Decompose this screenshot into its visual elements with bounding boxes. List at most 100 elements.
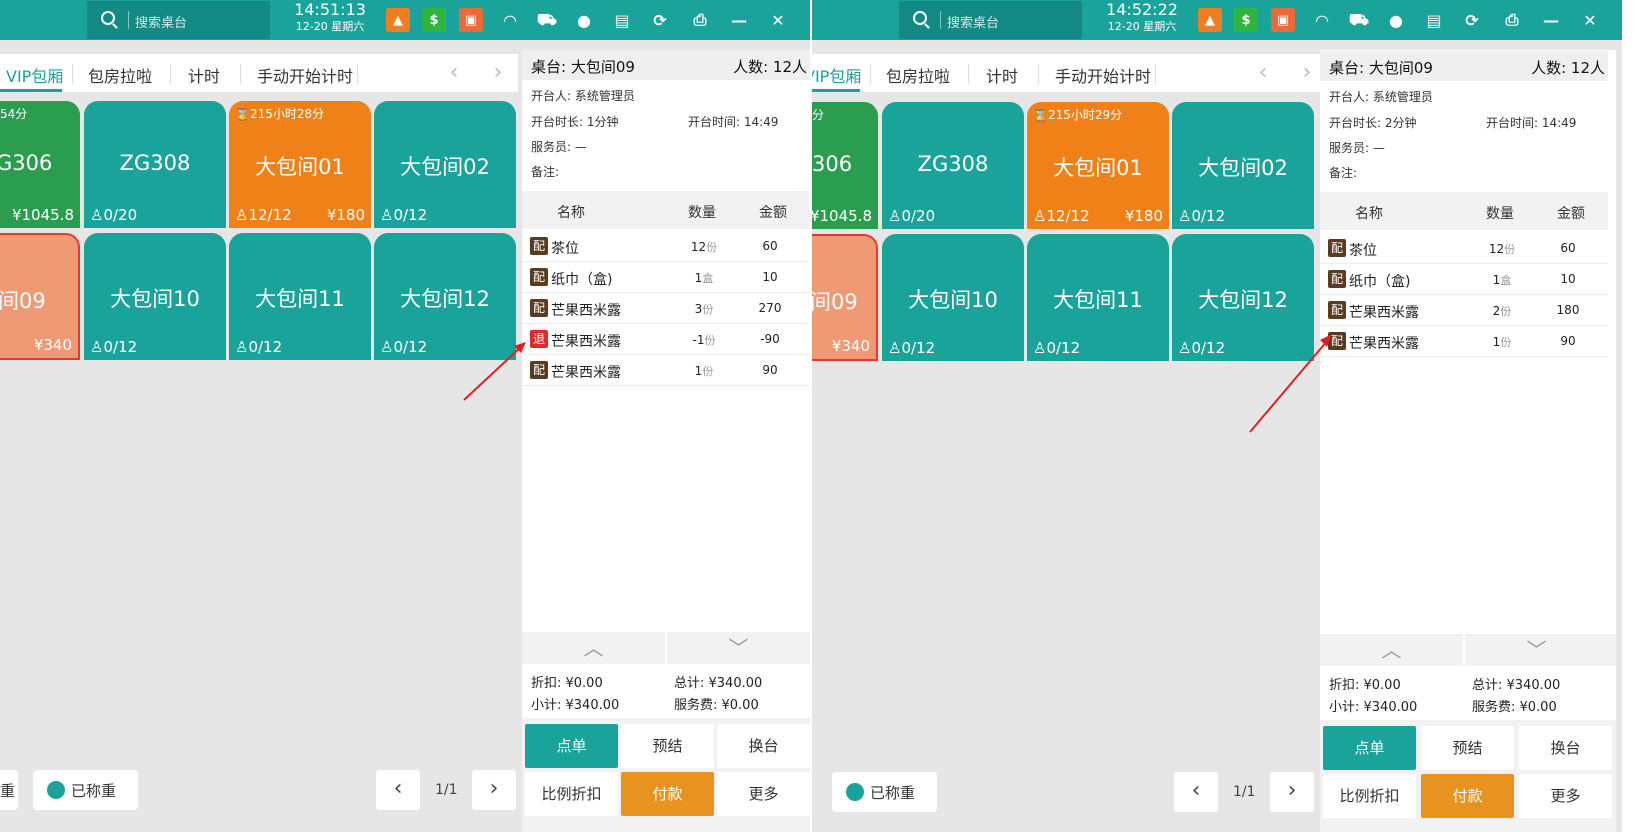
order-row[interactable]: 配 茶位 12份 60 bbox=[522, 231, 810, 262]
order-button[interactable]: 点单 bbox=[1323, 726, 1416, 770]
ratio-discount-button[interactable]: 比例折扣 bbox=[1323, 774, 1416, 818]
table-tile[interactable]: ⌛215小时28分 大包间01 ♙12/12 ¥180 bbox=[229, 101, 371, 228]
tab-timing[interactable]: 计时 bbox=[188, 63, 220, 87]
page-prev-button[interactable]: ‹ bbox=[1174, 772, 1218, 812]
tile-people-count: 0/12 bbox=[393, 206, 428, 224]
tile-timer: ⌛215小时29分 bbox=[1033, 106, 1122, 123]
delivery-icon[interactable]: ⛟ bbox=[1347, 8, 1371, 32]
table-tile[interactable]: 大包间12 ♙0/12 bbox=[374, 233, 516, 360]
refresh-icon[interactable]: ⟳ bbox=[1460, 8, 1484, 32]
money-bag-icon[interactable]: $ bbox=[1234, 8, 1258, 32]
page-next-button[interactable]: › bbox=[1270, 772, 1314, 812]
close-icon[interactable]: ✕ bbox=[766, 8, 790, 32]
table-tile[interactable]: 大包间11 ♙0/12 bbox=[229, 233, 371, 360]
order-row[interactable]: 配 芒果西米露 1份 90 bbox=[1320, 326, 1608, 357]
tab-room[interactable]: 包房拉啦 bbox=[88, 63, 152, 87]
table-tile-selected[interactable]: 间09 ¥340 bbox=[0, 233, 80, 360]
change-table-button[interactable]: 换台 bbox=[1519, 726, 1612, 770]
search-box[interactable]: 搜索桌台 bbox=[899, 1, 1082, 39]
page-next-button[interactable]: › bbox=[472, 770, 516, 810]
pay-button[interactable]: 付款 bbox=[621, 772, 714, 816]
tab-vip[interactable]: VIP包厢 bbox=[812, 63, 861, 87]
order-row[interactable]: 配 纸巾（盒) 1盒 10 bbox=[1320, 264, 1608, 295]
search-icon bbox=[913, 11, 927, 25]
table-tile-selected[interactable]: 间09 ¥340 bbox=[812, 234, 878, 361]
order-row[interactable]: 配 纸巾（盒) 1盒 10 bbox=[522, 262, 810, 293]
scroll-down-icon[interactable]: ﹀ bbox=[667, 632, 810, 664]
printer-icon[interactable]: ⎙ bbox=[1500, 8, 1524, 32]
printer-icon[interactable]: ⎙ bbox=[688, 8, 712, 32]
minimize-icon[interactable]: — bbox=[1539, 8, 1563, 32]
chat-icon[interactable]: ● bbox=[572, 8, 596, 32]
table-tile[interactable]: 大包间02 ♙0/12 bbox=[1172, 102, 1314, 229]
tabs-prev-icon[interactable]: ‹ bbox=[1252, 60, 1274, 86]
tile-name: 大包间11 bbox=[255, 287, 345, 311]
delivery-icon[interactable]: ⛟ bbox=[535, 8, 559, 32]
more-button[interactable]: 更多 bbox=[717, 772, 810, 816]
screenshot-right: 搜索桌台 14:52:22 12-20 星期六 ▲ $ ▣ ◠ ⛟ ● ▤ ⟳ … bbox=[812, 0, 1622, 832]
item-amount: 90 bbox=[1560, 334, 1576, 348]
category-tabs: VIP包厢 包房拉啦 计时 手动开始计时 ‹ › bbox=[812, 54, 1330, 92]
order-row[interactable]: 配 芒果西米露 1份 90 bbox=[522, 355, 810, 386]
tile-name: ZG308 bbox=[917, 152, 989, 176]
tab-divider bbox=[240, 64, 241, 84]
tile-name: 间09 bbox=[0, 289, 46, 313]
table-tile[interactable]: 大包间12 ♙0/12 bbox=[1172, 234, 1314, 361]
table-tile[interactable]: 大包间10 ♙0/12 bbox=[882, 234, 1024, 361]
order-row[interactable]: 配 茶位 12份 60 bbox=[1320, 233, 1608, 264]
page-prev-button[interactable]: ‹ bbox=[376, 770, 420, 810]
wifi-icon[interactable]: ◠ bbox=[1310, 8, 1334, 32]
minimize-icon[interactable]: — bbox=[727, 8, 751, 32]
tab-timing[interactable]: 计时 bbox=[986, 63, 1018, 87]
scroll-up-icon[interactable]: ︿ bbox=[522, 632, 665, 664]
order-row[interactable]: 配 芒果西米露 2份 180 bbox=[1320, 295, 1608, 326]
table-tile[interactable]: 54分 G306 ¥1045.8 bbox=[0, 101, 80, 228]
tab-manual-timing[interactable]: 手动开始计时 bbox=[257, 63, 353, 87]
order-row[interactable]: 配 芒果西米露 3份 270 bbox=[522, 293, 810, 324]
change-table-button[interactable]: 换台 bbox=[717, 724, 810, 768]
item-amount: 270 bbox=[758, 301, 782, 315]
pre-settle-button[interactable]: 预结 bbox=[1421, 726, 1514, 770]
item-name: 芒果西米露 bbox=[1349, 305, 1419, 321]
table-tile[interactable]: 大包间10 ♙0/12 bbox=[84, 233, 226, 360]
tile-people-count: 0/12 bbox=[393, 338, 428, 356]
table-tile[interactable]: 大包间02 ♙0/12 bbox=[374, 101, 516, 228]
table-tile[interactable]: 分 306 ¥1045.8 bbox=[812, 102, 878, 229]
weighed-chip[interactable]: 已称重 bbox=[33, 770, 138, 810]
order-button[interactable]: 点单 bbox=[525, 724, 618, 768]
tab-room[interactable]: 包房拉啦 bbox=[886, 63, 950, 87]
service-bell-icon[interactable]: ▲ bbox=[1198, 8, 1222, 32]
ratio-discount-button[interactable]: 比例折扣 bbox=[525, 772, 618, 816]
calendar-icon[interactable]: ▣ bbox=[1271, 8, 1295, 32]
service-bell-icon[interactable]: ▲ bbox=[386, 8, 410, 32]
clock: 14:52:22 12-20 星期六 bbox=[1097, 0, 1187, 34]
table-tile[interactable]: ZG308 ♙0/20 bbox=[84, 101, 226, 228]
table-tile[interactable]: ZG308 ♙0/20 bbox=[882, 102, 1024, 229]
scroll-up-icon[interactable]: ︿ bbox=[1320, 634, 1463, 666]
wifi-icon[interactable]: ◠ bbox=[498, 8, 522, 32]
item-qty: 12 bbox=[690, 240, 707, 254]
chat-icon[interactable]: ● bbox=[1384, 8, 1408, 32]
scroll-down-icon[interactable]: ﹀ bbox=[1465, 634, 1608, 666]
tab-divider bbox=[1155, 64, 1156, 84]
document-icon[interactable]: ▤ bbox=[1422, 8, 1446, 32]
tabs-prev-icon[interactable]: ‹ bbox=[443, 60, 465, 86]
tabs-next-icon[interactable]: › bbox=[487, 60, 509, 86]
weighed-chip[interactable]: 已称重 bbox=[832, 772, 937, 812]
pay-button[interactable]: 付款 bbox=[1421, 774, 1514, 818]
calendar-icon[interactable]: ▣ bbox=[459, 8, 483, 32]
pre-settle-button[interactable]: 预结 bbox=[621, 724, 714, 768]
tab-vip[interactable]: VIP包厢 bbox=[6, 63, 63, 87]
filter-chip[interactable]: 重 bbox=[0, 770, 18, 810]
table-tile[interactable]: 大包间11 ♙0/12 bbox=[1027, 234, 1169, 361]
refresh-icon[interactable]: ⟳ bbox=[648, 8, 672, 32]
money-bag-icon[interactable]: $ bbox=[422, 8, 446, 32]
more-button[interactable]: 更多 bbox=[1519, 774, 1612, 818]
search-box[interactable]: 搜索桌台 bbox=[87, 1, 270, 39]
close-icon[interactable]: ✕ bbox=[1578, 8, 1602, 32]
tab-manual-timing[interactable]: 手动开始计时 bbox=[1055, 63, 1151, 87]
tabs-next-icon[interactable]: › bbox=[1296, 60, 1318, 86]
order-row-returned[interactable]: 退 芒果西米露 -1份 -90 bbox=[522, 324, 810, 355]
table-tile[interactable]: ⌛215小时29分 大包间01 ♙12/12 ¥180 bbox=[1027, 102, 1169, 229]
document-icon[interactable]: ▤ bbox=[610, 8, 634, 32]
